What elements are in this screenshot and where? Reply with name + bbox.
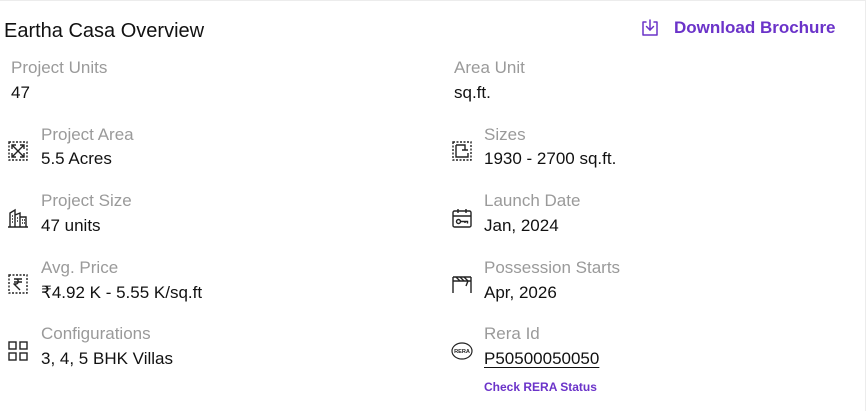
download-brochure-label: Download Brochure — [674, 18, 836, 37]
floorplan-icon — [451, 140, 473, 162]
area-unit-label: Area Unit — [454, 58, 525, 77]
configurations-label: Configurations — [41, 324, 151, 343]
project-size-label: Project Size — [41, 191, 132, 210]
sizes-value: 1930 - 2700 sq.ft. — [484, 149, 617, 168]
project-size-value: 47 units — [41, 216, 101, 235]
launch-date-value: Jan, 2024 — [484, 216, 559, 235]
download-brochure-button[interactable]: Download Brochure — [640, 18, 836, 38]
buildings-icon — [7, 207, 29, 229]
rera-id-label: Rera Id — [484, 324, 540, 343]
project-area-value: 5.5 Acres — [41, 149, 112, 168]
possession-gate-icon — [451, 273, 473, 295]
rera-badge-text: RERA — [454, 349, 470, 355]
check-rera-status-link[interactable]: Check RERA Status — [484, 380, 597, 394]
overview-card: Eartha Casa Overview Download Brochure P… — [0, 0, 866, 411]
expand-area-icon — [7, 140, 29, 162]
avg-price-label: Avg. Price — [41, 258, 119, 277]
page-title: Eartha Casa Overview — [4, 20, 205, 42]
project-area-label: Project Area — [41, 125, 134, 144]
calendar-key-icon — [451, 207, 473, 229]
project-units-label: Project Units — [11, 58, 108, 77]
sizes-label: Sizes — [484, 125, 526, 144]
area-unit-value: sq.ft. — [454, 83, 491, 102]
launch-date-label: Launch Date — [484, 191, 581, 210]
grid-icon — [7, 340, 29, 362]
configurations-value: 3, 4, 5 BHK Villas — [41, 349, 173, 368]
download-icon — [640, 18, 660, 38]
rera-badge-icon: RERA — [451, 340, 473, 362]
possession-value: Apr, 2026 — [484, 283, 557, 302]
rera-id-link[interactable]: P50500050050 — [484, 349, 599, 369]
rupee-icon — [7, 273, 29, 295]
possession-label: Possession Starts — [484, 258, 621, 277]
avg-price-value: ₹4.92 K - 5.55 K/sq.ft — [41, 283, 203, 302]
project-units-value: 47 — [11, 83, 30, 102]
